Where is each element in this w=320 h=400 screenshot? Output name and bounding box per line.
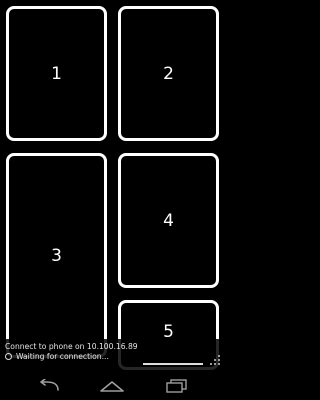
home-button[interactable] bbox=[97, 376, 127, 396]
tile-4-label: 4 bbox=[163, 210, 174, 231]
back-arrow-icon bbox=[40, 379, 59, 391]
tile-2-label: 2 bbox=[163, 63, 174, 84]
connect-message: Connect to phone on 10.100.16.89 bbox=[5, 342, 138, 351]
tile-1-label: 1 bbox=[51, 63, 62, 84]
connection-progress-bar bbox=[0, 363, 225, 366]
spinner-icon bbox=[5, 353, 12, 360]
tile-2[interactable]: 2 bbox=[118, 6, 219, 141]
waiting-message: Waiting for connection... bbox=[16, 352, 109, 361]
back-button[interactable] bbox=[34, 376, 64, 396]
tile-4[interactable]: 4 bbox=[118, 153, 219, 288]
tile-3-label: 3 bbox=[51, 245, 62, 266]
recent-apps-button[interactable] bbox=[161, 376, 191, 396]
resize-grip-icon[interactable] bbox=[210, 354, 221, 368]
waiting-status: Waiting for connection... bbox=[5, 352, 109, 361]
system-navigation-bar bbox=[0, 371, 225, 400]
tile-3[interactable]: 3 bbox=[6, 153, 107, 358]
recent-apps-icon bbox=[166, 379, 187, 393]
progress-bar-fill bbox=[143, 363, 203, 365]
home-icon bbox=[100, 381, 124, 392]
tile-1[interactable]: 1 bbox=[6, 6, 107, 141]
